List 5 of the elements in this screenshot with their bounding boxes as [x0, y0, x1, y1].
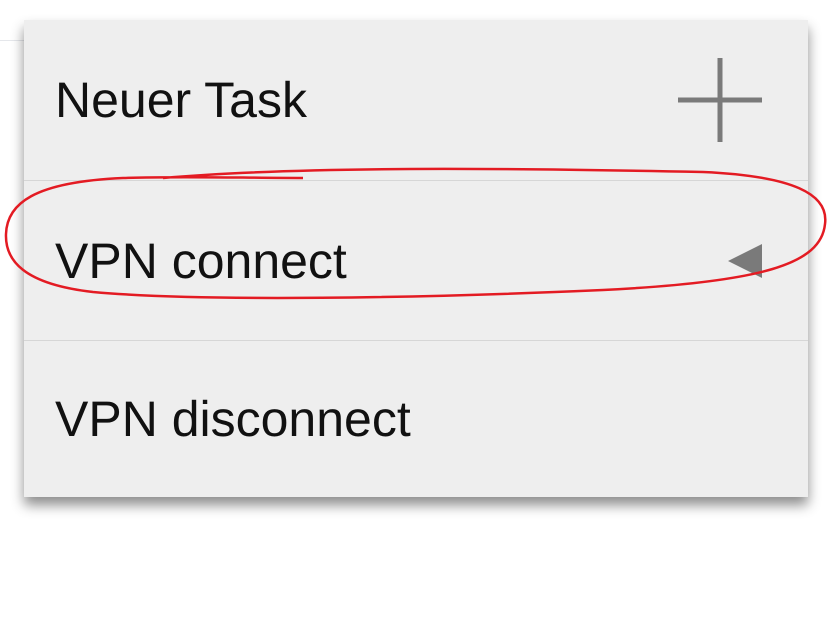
menu-item[interactable]: Neuer Task — [24, 20, 808, 180]
menu-item[interactable]: VPN connect — [24, 180, 808, 340]
triangle-icon — [728, 244, 762, 278]
plus-icon — [678, 58, 762, 142]
menu-item[interactable]: VPN disconnect — [24, 340, 808, 497]
